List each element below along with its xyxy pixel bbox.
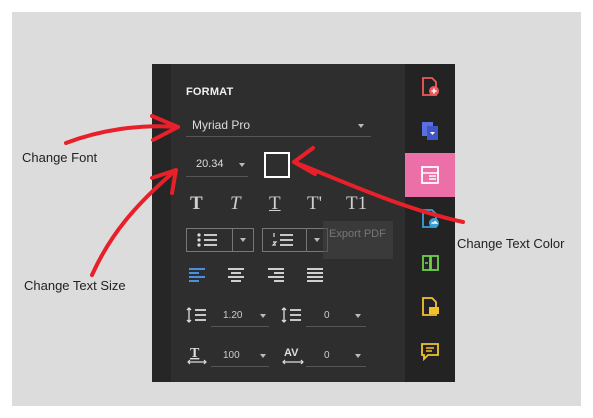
arrowhead-color xyxy=(292,146,317,176)
annotation-arrows xyxy=(64,114,465,277)
arrow-to-size xyxy=(90,168,178,277)
arrow-to-color xyxy=(292,160,465,224)
